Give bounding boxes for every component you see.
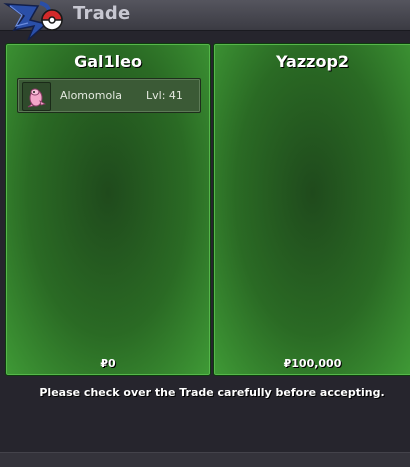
pokemon-level: Lvl: 41: [146, 89, 183, 102]
pokemon-list-item[interactable]: Alomomola Lvl: 41: [17, 78, 201, 113]
trade-notice-text: Please check over the Trade carefully be…: [39, 386, 385, 399]
left-trade-panel: Gal1leo Alomomola Lvl: 41 ₽0: [5, 43, 211, 376]
left-currency-offer: ₽0: [100, 357, 116, 370]
pokemon-name: Alomomola: [60, 89, 122, 102]
pokeball-logo-icon: [3, 1, 63, 41]
right-player-name: Yazzop2: [275, 52, 350, 71]
right-trade-panel: Yazzop2 ₽100,000: [213, 43, 410, 376]
pokemon-sprite-icon: [22, 82, 51, 111]
left-player-name: Gal1leo: [74, 52, 142, 71]
window-title: Trade: [73, 3, 131, 24]
bottom-button-strip: [0, 452, 410, 467]
trade-window: Trade Gal1leo Alomomola Lvl: 41 ₽0 Yazzo…: [0, 0, 410, 467]
right-currency-offer: ₽100,000: [283, 357, 342, 370]
